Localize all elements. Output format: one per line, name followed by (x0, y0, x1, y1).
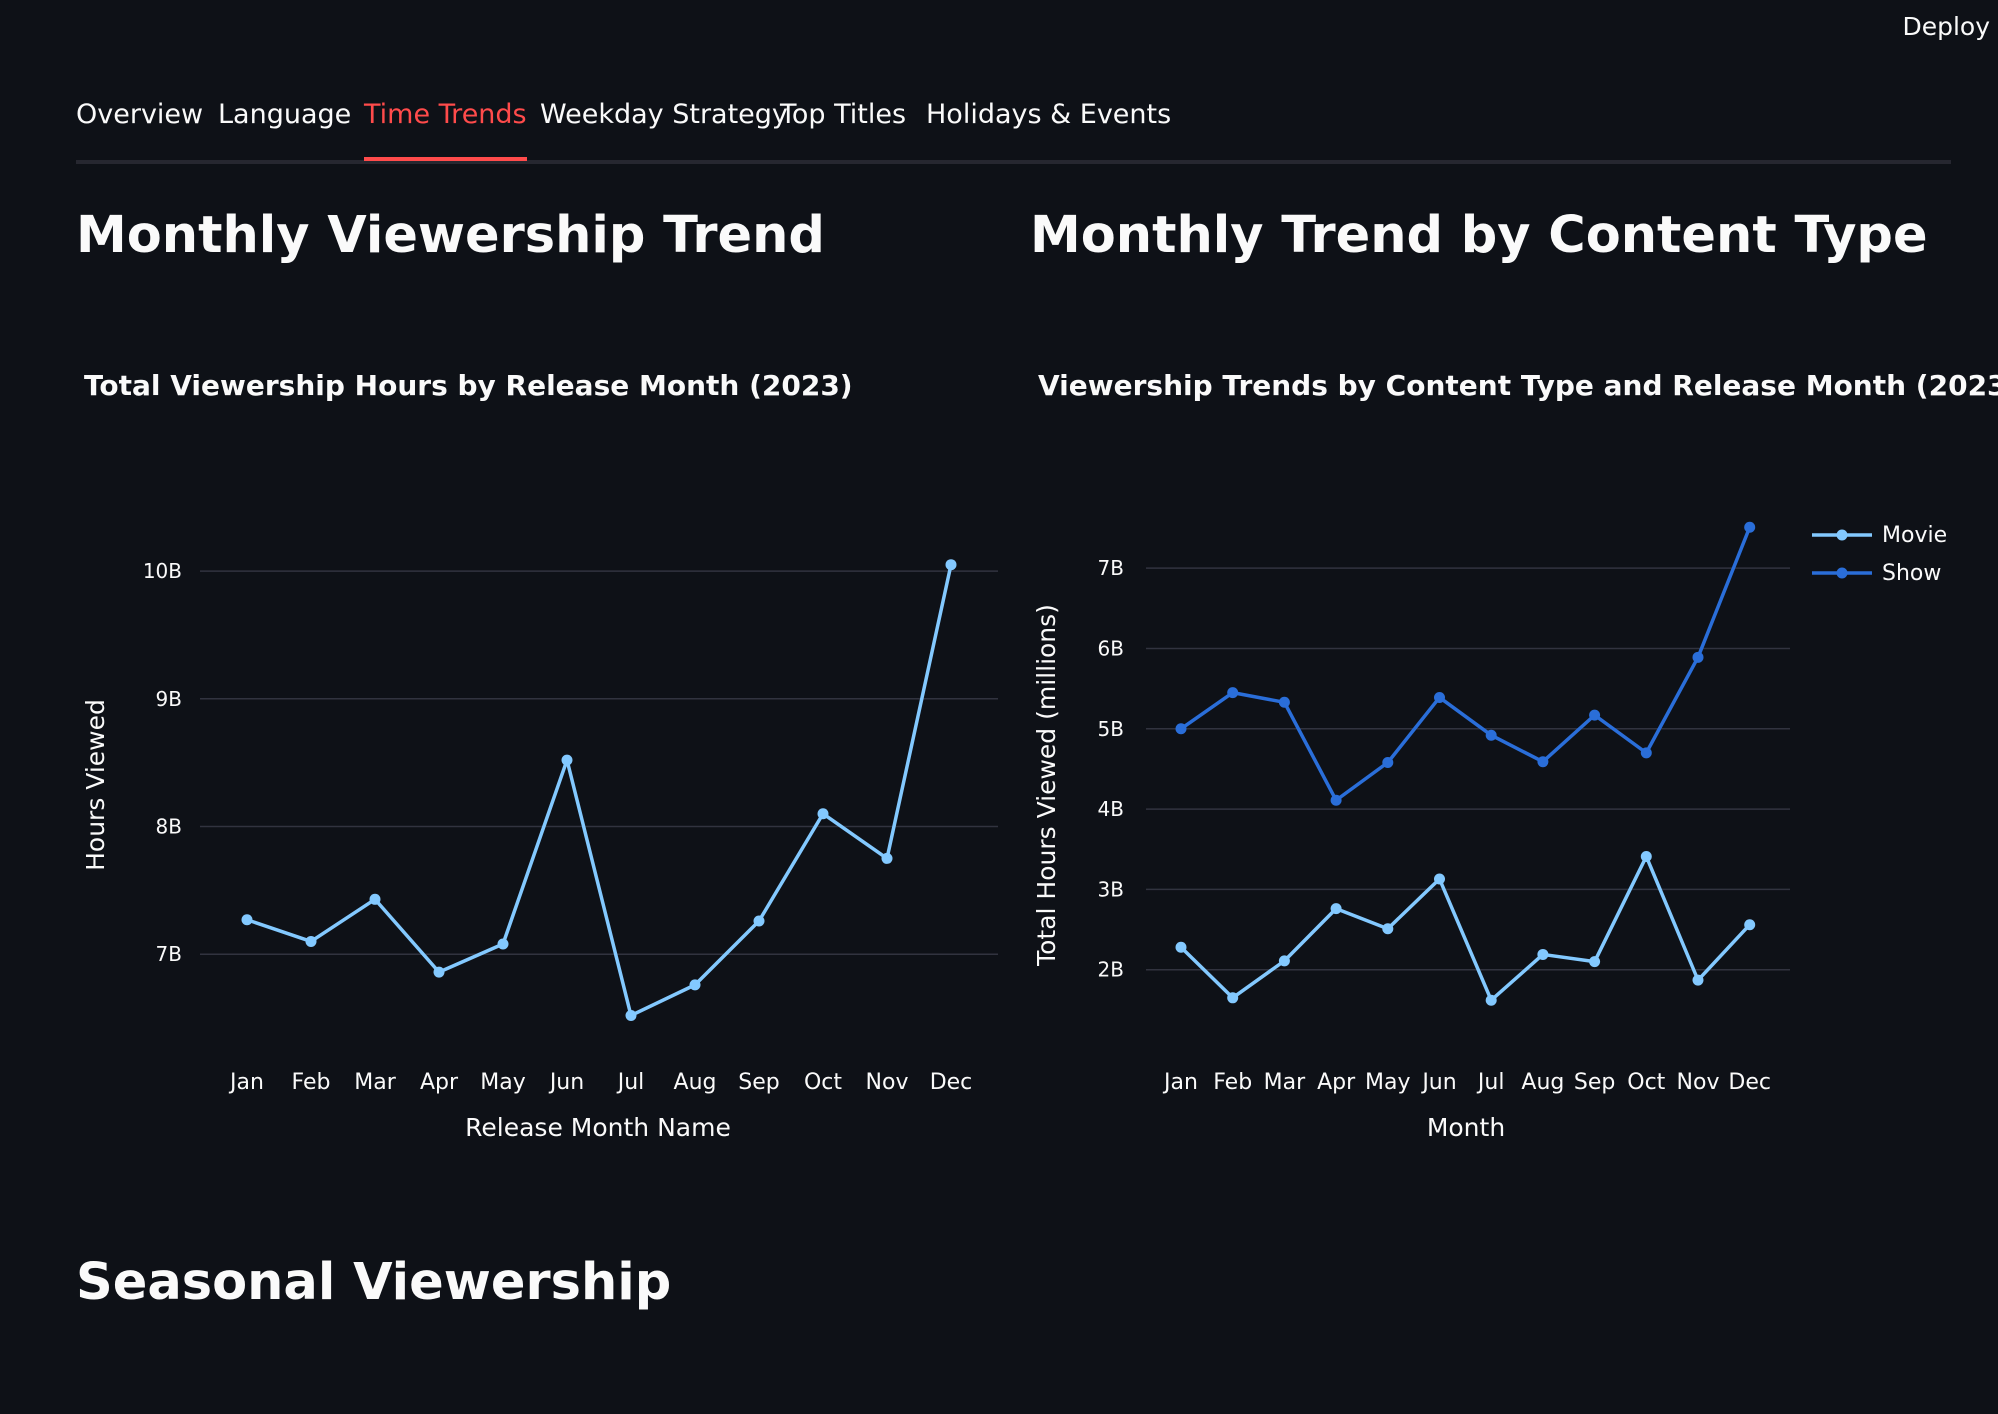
y-tick-label: 2B (1098, 958, 1124, 982)
y-tick-label: 7B (156, 942, 182, 966)
x-tick-label: Oct (1627, 1070, 1665, 1095)
data-point (1640, 850, 1652, 862)
x-tick-label: Dec (930, 1070, 973, 1095)
data-point (817, 808, 829, 820)
data-point (305, 935, 317, 947)
data-point (1589, 709, 1601, 721)
x-tick-label: Sep (1574, 1070, 1615, 1095)
x-tick-label: Jul (616, 1070, 645, 1095)
data-point (1227, 687, 1239, 699)
y-tick-label: 8B (156, 815, 182, 839)
x-tick-label: Oct (804, 1070, 842, 1095)
x-tick-label: Jun (1420, 1070, 1456, 1095)
x-tick-label: Mar (354, 1070, 396, 1095)
x-tick-label: Dec (1728, 1070, 1771, 1095)
data-point (561, 754, 573, 766)
data-point (1278, 955, 1290, 967)
x-tick-label: Feb (1213, 1070, 1252, 1095)
y-tick-label: 4B (1098, 797, 1124, 821)
monthly-trend-heading: Monthly Viewership Trend (76, 206, 825, 265)
content-type-heading: Monthly Trend by Content Type (1030, 206, 1928, 265)
data-point (1382, 757, 1394, 769)
legend-marker (1836, 567, 1848, 579)
tab-holidays-events[interactable]: Holidays & Events (926, 95, 1171, 157)
x-tick-label: Aug (1521, 1070, 1564, 1095)
data-point (497, 938, 509, 950)
monthly-viewership-chart: Total Viewership Hours by Release Month … (81, 369, 998, 1142)
x-tick-label: Mar (1264, 1070, 1306, 1095)
series-line-movie (1179, 854, 1751, 1002)
data-point (1744, 521, 1756, 533)
tab-time-trends[interactable]: Time Trends (364, 95, 527, 161)
x-tick-label: Apr (1317, 1070, 1356, 1095)
tab-bar: Overview Language Time Trends Weekday St… (76, 95, 1951, 164)
data-point (1278, 696, 1290, 708)
data-point (433, 966, 445, 978)
y-axis-label: Hours Viewed (81, 699, 110, 871)
data-point (1537, 756, 1549, 768)
x-axis-label: Release Month Name (465, 1113, 731, 1142)
data-point (1744, 919, 1756, 931)
y-tick-label: 6B (1098, 636, 1124, 660)
x-tick-label: Apr (420, 1070, 459, 1095)
data-point (1175, 723, 1187, 735)
chart-title: Viewership Trends by Content Type and Re… (1038, 369, 1998, 402)
data-point (689, 979, 701, 991)
data-point (1330, 794, 1342, 806)
y-tick-label: 5B (1098, 717, 1124, 741)
seasonal-heading: Seasonal Viewership (76, 1253, 672, 1312)
x-tick-label: May (1365, 1070, 1410, 1095)
deploy-button[interactable]: Deploy (1902, 12, 1990, 41)
data-point (1434, 691, 1445, 703)
x-tick-label: Nov (1677, 1070, 1720, 1095)
data-point (1175, 941, 1187, 953)
data-point (1692, 651, 1704, 663)
y-tick-label: 7B (1098, 556, 1124, 580)
x-tick-label: Nov (866, 1070, 909, 1095)
data-point (625, 1010, 637, 1022)
x-tick-label: Jan (228, 1070, 264, 1095)
x-tick-label: Jul (1476, 1070, 1505, 1095)
data-point (1692, 974, 1704, 986)
x-axis-label: Month (1427, 1113, 1505, 1142)
data-point (1485, 729, 1497, 741)
x-tick-label: Jun (548, 1070, 584, 1095)
data-point (1382, 923, 1394, 935)
x-tick-label: Feb (292, 1070, 331, 1095)
x-tick-label: Jan (1162, 1070, 1198, 1095)
data-point (945, 559, 957, 571)
x-tick-label: Sep (738, 1070, 779, 1095)
data-point (369, 893, 381, 905)
data-point (1537, 948, 1549, 960)
legend-marker (1836, 529, 1848, 541)
tab-weekday-strategy[interactable]: Weekday Strategy (540, 95, 788, 157)
x-tick-label: Aug (674, 1070, 717, 1095)
legend-label: Movie (1882, 523, 1947, 548)
data-point (1330, 903, 1342, 915)
chart-title: Total Viewership Hours by Release Month … (84, 369, 853, 402)
legend-label: Show (1882, 561, 1941, 586)
x-tick-label: May (480, 1070, 525, 1095)
tab-language[interactable]: Language (218, 95, 351, 157)
content-type-chart: Viewership Trends by Content Type and Re… (1032, 369, 1998, 1142)
data-point (1434, 873, 1445, 885)
y-tick-label: 10B (143, 559, 182, 583)
tab-top-titles[interactable]: Top Titles (780, 95, 906, 157)
data-point (1227, 992, 1239, 1004)
y-tick-label: 9B (156, 687, 182, 711)
data-point (753, 915, 765, 927)
data-point (1485, 994, 1497, 1006)
y-tick-label: 3B (1098, 877, 1124, 901)
data-point (1589, 956, 1601, 968)
y-axis-label: Total Hours Viewed (millions) (1032, 604, 1061, 967)
series-line-0 (246, 564, 953, 1018)
data-point (241, 914, 253, 926)
data-point (1640, 747, 1652, 759)
tab-overview[interactable]: Overview (76, 95, 203, 157)
data-point (881, 852, 893, 864)
